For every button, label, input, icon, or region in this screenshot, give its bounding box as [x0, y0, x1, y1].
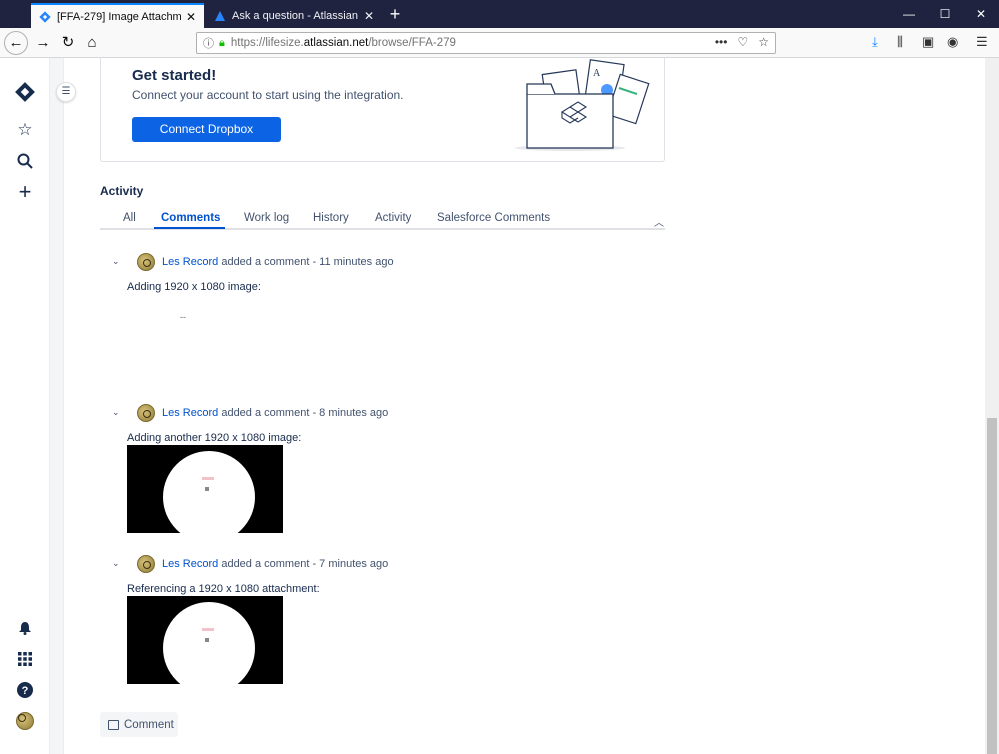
comment-author-link[interactable]: Les Record: [162, 256, 218, 268]
chevron-down-icon[interactable]: ⌄: [112, 407, 120, 418]
star-icon[interactable]: ☆: [13, 118, 37, 142]
library-icon[interactable]: ⫼: [897, 34, 903, 50]
tab-salesforce-comments[interactable]: Salesforce Comments: [437, 212, 550, 224]
new-tab-plus-icon[interactable]: +: [384, 3, 406, 25]
chevron-down-icon[interactable]: ⌄: [112, 558, 120, 569]
tab-comments[interactable]: Comments: [161, 212, 220, 224]
lock-icon: 🔒︎: [219, 36, 225, 49]
comment-body: Referencing a 1920 x 1080 attachment:: [127, 583, 320, 595]
sidebar-toggle-icon[interactable]: ▣: [922, 34, 934, 50]
comment-bubble-icon: [108, 719, 119, 730]
chevron-up-icon[interactable]: ︿: [654, 214, 664, 229]
comment-time[interactable]: 11 minutes ago: [319, 256, 393, 268]
home-icon[interactable]: ⌂: [80, 31, 104, 55]
scrollbar-thumb[interactable]: [987, 418, 997, 754]
sidebar-collapsed-strip: [50, 58, 64, 754]
comment-author-link[interactable]: Les Record: [162, 558, 218, 570]
tab-atlassian-community[interactable]: Ask a question - Atlassian Community ✕: [206, 3, 382, 28]
tab-all[interactable]: All: [123, 212, 136, 224]
comment-body: Adding another 1920 x 1080 image:: [127, 432, 302, 444]
browser-navbar: ← → ↻ ⌂ ⓘ 🔒︎ https://lifesize. atlassian.…: [0, 28, 999, 58]
url-scheme: https://lifesize.: [230, 37, 304, 49]
download-icon[interactable]: ⤓: [872, 34, 878, 50]
browser-tab-bar: [FFA-279] Image Attachment Test ✕ Ask a …: [0, 0, 999, 28]
create-plus-icon[interactable]: +: [13, 179, 37, 204]
minimize-icon[interactable]: —: [891, 0, 927, 28]
avatar[interactable]: [137, 555, 155, 573]
tab-work-log[interactable]: Work log: [244, 212, 289, 224]
close-icon[interactable]: ✕: [364, 9, 374, 23]
app-switcher-grid-icon[interactable]: [13, 647, 37, 671]
svg-text:?: ?: [22, 685, 29, 697]
activity-heading: Activity: [100, 184, 144, 198]
hamburger-menu-icon[interactable]: ☰: [976, 34, 988, 50]
avatar[interactable]: [137, 404, 155, 422]
maximize-icon[interactable]: ☐: [927, 0, 963, 28]
global-navigation: ☆ + ?: [0, 58, 50, 754]
url-path: /browse/FFA-279: [368, 37, 456, 49]
search-icon[interactable]: [13, 149, 37, 173]
add-comment-button[interactable]: Comment: [100, 712, 178, 737]
atlassian-favicon-icon: [215, 10, 225, 21]
page-scrollbar[interactable]: [985, 58, 999, 754]
comment-header: Les Record added a comment - 8 minutes a…: [162, 407, 388, 419]
close-icon[interactable]: ✕: [186, 10, 196, 24]
comment-header: Les Record added a comment - 11 minutes …: [162, 256, 394, 268]
svg-text:A: A: [593, 68, 601, 79]
forward-arrow-icon[interactable]: →: [31, 31, 55, 55]
window-close-icon[interactable]: ✕: [963, 0, 999, 28]
url-domain: atlassian.net: [303, 37, 369, 49]
reload-icon[interactable]: ↻: [56, 31, 80, 55]
help-question-icon[interactable]: ?: [13, 678, 37, 702]
dropbox-heading: Get started!: [132, 67, 217, 84]
tab-ffa-279[interactable]: [FFA-279] Image Attachment Test ✕: [31, 3, 204, 28]
bookmark-star-icon[interactable]: ☆: [758, 35, 769, 49]
info-icon[interactable]: ⓘ: [203, 35, 214, 51]
tab-activity[interactable]: Activity: [375, 212, 411, 224]
comment-action: added a comment -: [221, 407, 317, 419]
page-actions-icon[interactable]: •••: [715, 35, 728, 49]
broken-image-placeholder: --: [180, 312, 186, 322]
dropbox-illustration-icon: A: [515, 59, 650, 151]
connect-dropbox-button[interactable]: Connect Dropbox: [132, 117, 281, 142]
add-comment-label: Comment: [124, 718, 174, 731]
avatar[interactable]: [137, 253, 155, 271]
dropbox-description: Connect your account to start using the …: [132, 88, 404, 102]
tab-history[interactable]: History: [313, 212, 349, 224]
back-arrow-icon[interactable]: ←: [4, 31, 28, 55]
comment-header: Les Record added a comment - 7 minutes a…: [162, 558, 388, 570]
comment-time[interactable]: 8 minutes ago: [319, 407, 388, 419]
comment-action: added a comment -: [221, 256, 317, 268]
comment-image-thumbnail[interactable]: [127, 596, 283, 684]
jira-favicon-icon: [39, 10, 51, 23]
jira-logo-icon[interactable]: [13, 80, 37, 104]
comment-image-thumbnail[interactable]: [127, 445, 283, 533]
profile-avatar[interactable]: [13, 709, 37, 733]
comment-action: added a comment -: [221, 558, 317, 570]
comment-author-link[interactable]: Les Record: [162, 407, 218, 419]
pocket-icon[interactable]: ♡: [737, 35, 748, 49]
notification-bell-icon[interactable]: [13, 616, 37, 640]
chevron-down-icon[interactable]: ⌄: [112, 256, 120, 267]
comment-time[interactable]: 7 minutes ago: [319, 558, 388, 570]
comment-body: Adding 1920 x 1080 image:: [127, 281, 261, 293]
tab-title: [FFA-279] Image Attachment Test: [57, 10, 182, 23]
account-icon[interactable]: ◉: [947, 34, 958, 50]
tab-title: Ask a question - Atlassian Community: [232, 9, 360, 22]
selected-tab-indicator: [154, 227, 225, 229]
url-bar[interactable]: ⓘ 🔒︎ https://lifesize. atlassian.net/brow…: [196, 32, 776, 54]
expand-sidebar-icon[interactable]: ☰: [56, 82, 76, 102]
